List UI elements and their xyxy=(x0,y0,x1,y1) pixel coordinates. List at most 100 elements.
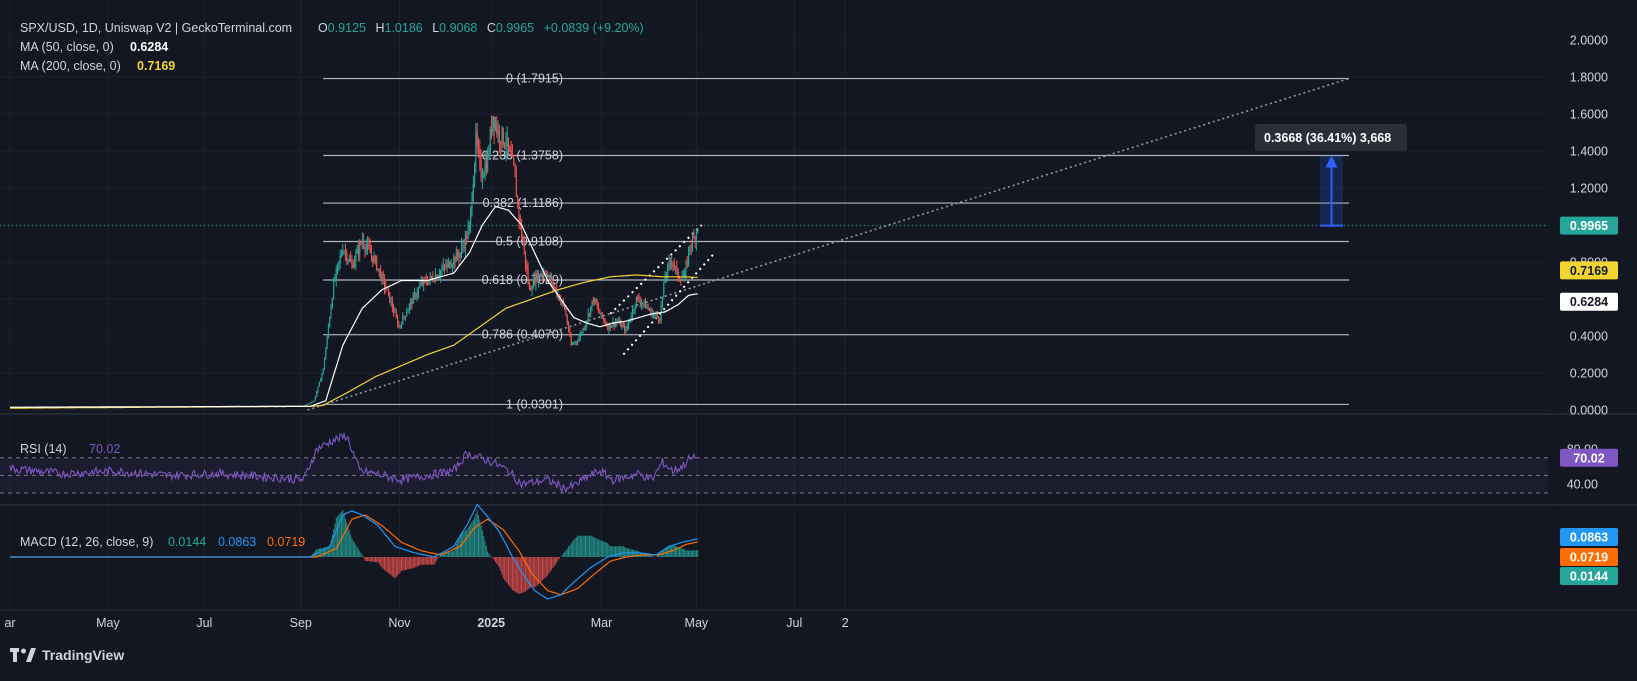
time-tick-label: Nov xyxy=(388,616,411,630)
candle-body xyxy=(360,242,362,244)
measure-label: 0.3668 (36.41%) 3,668 xyxy=(1264,131,1391,145)
candle-body xyxy=(577,341,579,343)
candle-body xyxy=(686,263,688,265)
candle-body xyxy=(506,137,508,146)
candle-body xyxy=(667,265,669,276)
candle-body xyxy=(592,300,594,302)
tradingview-chart[interactable]: 0 (1.7915) 0.236 (1.3758) 0.382 (1.1186) 0.… xyxy=(0,0,1637,676)
candle-body xyxy=(421,281,423,285)
tradingview-logo-icon xyxy=(10,648,36,662)
candle-body xyxy=(594,298,596,302)
price-badge: 0.7169 xyxy=(1570,264,1608,278)
candle-body xyxy=(394,312,396,313)
candle-body xyxy=(500,141,502,144)
candle-body xyxy=(370,253,373,256)
candle-body xyxy=(316,391,318,397)
candle-body xyxy=(673,264,675,268)
candle-body xyxy=(694,238,696,242)
candle-body xyxy=(553,286,555,288)
time-tick-label: Jul xyxy=(786,616,802,630)
candle-body xyxy=(320,379,322,382)
candle-body xyxy=(378,268,380,271)
candle-body xyxy=(678,279,681,280)
candle-body xyxy=(400,324,403,326)
candle-body xyxy=(467,228,469,239)
candle-body xyxy=(309,402,311,404)
candle-body xyxy=(608,324,610,330)
open-value: 0.9125 xyxy=(328,21,366,35)
candle-body xyxy=(501,128,503,144)
candle-body xyxy=(459,252,461,258)
candle-body xyxy=(314,396,316,401)
close-label: C xyxy=(487,21,496,35)
candle-body xyxy=(519,218,521,223)
candle-body xyxy=(381,274,383,280)
candle-body xyxy=(697,229,699,232)
candle-body xyxy=(659,319,661,321)
candle-body xyxy=(479,149,481,158)
candle-body xyxy=(663,282,665,297)
candle-body xyxy=(522,236,524,244)
candle-body xyxy=(397,317,399,325)
candle-body xyxy=(518,203,520,219)
candle-body xyxy=(570,335,572,345)
candle-body xyxy=(372,255,374,263)
candle-body xyxy=(483,174,485,178)
candle-body xyxy=(343,251,345,253)
candle-body xyxy=(509,147,511,150)
time-tick-label: May xyxy=(685,616,709,630)
candle-body xyxy=(551,279,553,282)
candle-body xyxy=(515,176,517,197)
candle-body xyxy=(661,296,664,306)
candle-body xyxy=(685,263,687,273)
macd-badge: 0.0863 xyxy=(1570,531,1608,545)
candle-body xyxy=(423,279,425,285)
candle-body xyxy=(664,277,666,283)
candle-body xyxy=(528,281,530,289)
macd-badge: 0.0144 xyxy=(1570,570,1608,584)
candle-body xyxy=(327,326,329,337)
tradingview-brand-text: TradingView xyxy=(42,647,125,663)
candle-body xyxy=(313,400,315,402)
candle-body xyxy=(642,302,644,304)
candle-body xyxy=(466,235,468,239)
chart-canvas[interactable]: 0 (1.7915)0.236 (1.3758)0.382 (1.1186)0.… xyxy=(0,0,1637,676)
candle-body xyxy=(433,280,435,282)
candle-body xyxy=(487,155,489,172)
candle-body xyxy=(541,274,543,276)
tradingview-brand[interactable]: TradingView xyxy=(10,644,124,666)
candle-body xyxy=(549,275,551,282)
candle-body xyxy=(693,237,695,239)
candle-body xyxy=(531,288,533,291)
candle-body xyxy=(454,257,456,262)
candle-body xyxy=(641,303,643,305)
candle-body xyxy=(463,246,465,249)
candle-body xyxy=(604,320,606,324)
ma200-label[interactable]: MA (200, close, 0) xyxy=(20,59,121,73)
candle-body xyxy=(427,282,429,284)
macd-label[interactable]: MACD (12, 26, close, 9) xyxy=(20,535,153,549)
candle-body xyxy=(329,317,331,327)
price-tick-label: 2.0000 xyxy=(1570,34,1608,48)
time-tick-label: 2 xyxy=(842,616,849,630)
candle-body xyxy=(408,304,410,310)
candle-body xyxy=(352,264,354,268)
candle-body xyxy=(333,280,335,299)
fib-level-label: 1 (0.0301) xyxy=(506,397,563,411)
rsi-label[interactable]: RSI (14) xyxy=(20,442,67,456)
candle-body xyxy=(680,279,682,281)
candle-body xyxy=(530,288,532,291)
candle-body xyxy=(446,263,448,268)
candle-body xyxy=(430,276,433,278)
candle-body xyxy=(447,261,450,264)
symbol-line[interactable]: SPX/USD, 1D, Uniswap V2 | GeckoTerminal.… xyxy=(20,21,292,35)
candle-body xyxy=(449,261,451,268)
candle-body xyxy=(462,246,464,247)
candle-body xyxy=(338,261,340,265)
ma50-label[interactable]: MA (50, close, 0) xyxy=(20,40,114,54)
ma200-value: 0.7169 xyxy=(137,59,175,73)
candle-body xyxy=(477,145,480,150)
candle-body xyxy=(484,163,486,175)
candle-body xyxy=(321,373,323,380)
candle-body xyxy=(527,269,529,282)
